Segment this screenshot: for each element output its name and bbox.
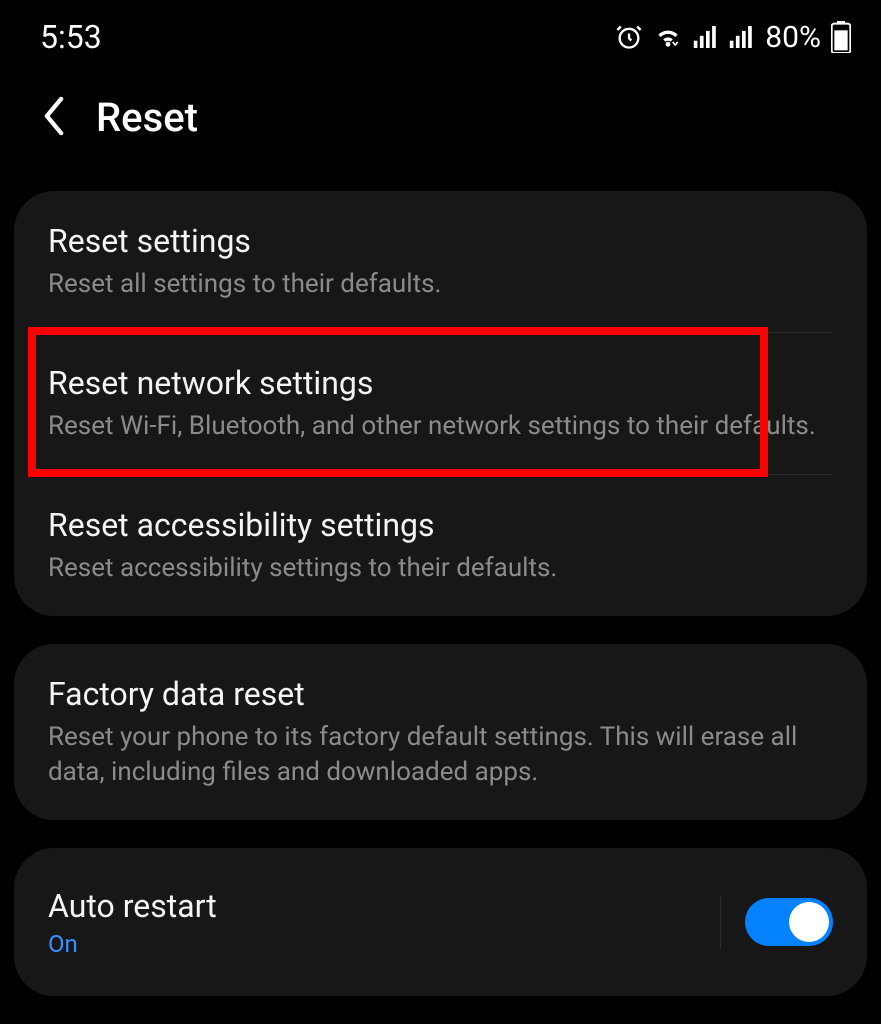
battery-icon: [831, 21, 851, 53]
item-title: Reset accessibility settings: [48, 505, 833, 545]
back-icon[interactable]: [40, 96, 68, 140]
auto-restart-item[interactable]: Auto restart On: [14, 848, 867, 996]
toggle-control: [720, 895, 833, 949]
item-title: Auto restart: [48, 886, 217, 926]
page-title: Reset: [96, 94, 198, 141]
reset-network-settings-item[interactable]: Reset network settings Reset Wi-Fi, Blue…: [14, 333, 867, 474]
item-description: Reset your phone to its factory default …: [48, 720, 833, 790]
reset-settings-item[interactable]: Reset settings Reset all settings to the…: [14, 191, 867, 332]
settings-group-reset: Reset settings Reset all settings to the…: [14, 191, 867, 616]
item-title: Reset settings: [48, 221, 833, 261]
toggle-knob: [789, 902, 829, 942]
signal-icon: [693, 26, 719, 48]
item-description: Reset all settings to their defaults.: [48, 267, 833, 302]
signal-icon-2: [729, 26, 755, 48]
alarm-icon: [615, 23, 643, 51]
separator: [720, 895, 721, 949]
auto-restart-toggle[interactable]: [745, 898, 833, 946]
battery-percentage: 80%: [765, 20, 821, 55]
status-right: 80%: [615, 20, 851, 55]
content: Reset settings Reset all settings to the…: [0, 191, 881, 996]
page-header: Reset: [0, 66, 881, 191]
status-time: 5:53: [40, 18, 102, 56]
reset-accessibility-settings-item[interactable]: Reset accessibility settings Reset acces…: [14, 475, 867, 616]
factory-data-reset-item[interactable]: Factory data reset Reset your phone to i…: [14, 644, 867, 820]
toggle-status: On: [48, 930, 217, 958]
item-title: Reset network settings: [48, 363, 833, 403]
item-title: Factory data reset: [48, 674, 833, 714]
item-description: Reset Wi-Fi, Bluetooth, and other networ…: [48, 409, 833, 444]
status-bar: 5:53 80%: [0, 0, 881, 66]
settings-group-factory: Factory data reset Reset your phone to i…: [14, 644, 867, 820]
settings-group-auto-restart: Auto restart On: [14, 848, 867, 996]
item-description: Reset accessibility settings to their de…: [48, 551, 833, 586]
wifi-icon: [653, 25, 683, 49]
